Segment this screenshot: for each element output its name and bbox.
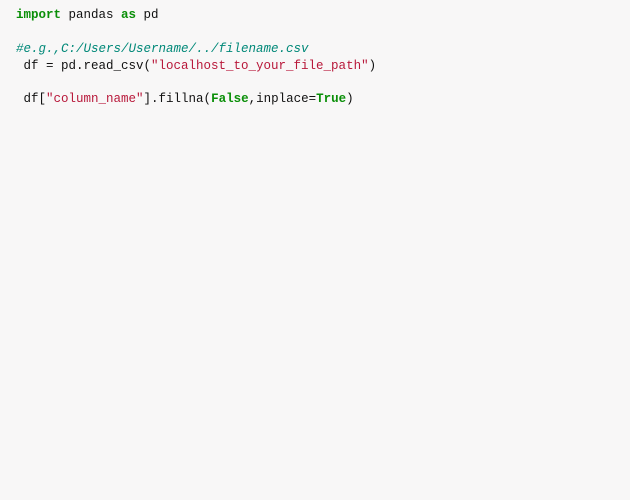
line-1: import pandas as pd bbox=[16, 8, 159, 22]
keyword-true: True bbox=[316, 92, 346, 106]
text-fillna: ].fillna( bbox=[144, 92, 212, 106]
text-readcsv-suffix: ) bbox=[369, 59, 377, 73]
text-module: pandas bbox=[61, 8, 121, 22]
text-inplace: ,inplace= bbox=[249, 92, 317, 106]
keyword-import: import bbox=[16, 8, 61, 22]
string-columnname: "column_name" bbox=[46, 92, 144, 106]
line-4: df = pd.read_csv("localhost_to_your_file… bbox=[16, 59, 376, 73]
keyword-as: as bbox=[121, 8, 136, 22]
text-readcsv-prefix: df = pd.read_csv( bbox=[16, 59, 151, 73]
text-end-paren: ) bbox=[346, 92, 354, 106]
text-alias: pd bbox=[136, 8, 159, 22]
text-df-prefix: df[ bbox=[16, 92, 46, 106]
code-block: import pandas as pd #e.g.,C:/Users/Usern… bbox=[16, 7, 614, 108]
keyword-false: False bbox=[211, 92, 249, 106]
line-6: df["column_name"].fillna(False,inplace=T… bbox=[16, 92, 354, 106]
string-filepath: "localhost_to_your_file_path" bbox=[151, 59, 369, 73]
comment-line: #e.g.,C:/Users/Username/../filename.csv bbox=[16, 42, 309, 56]
